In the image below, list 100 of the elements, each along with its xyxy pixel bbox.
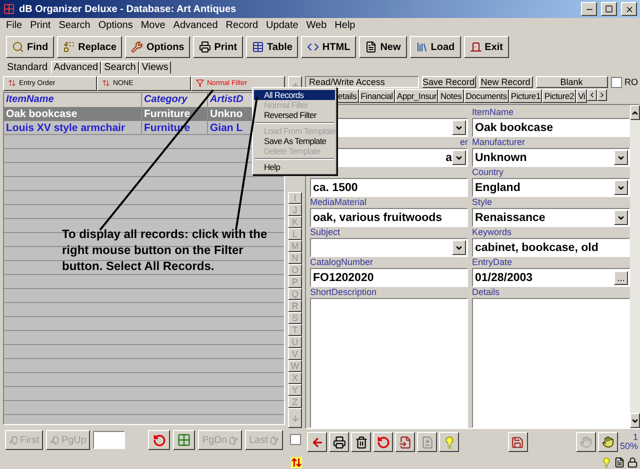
dropdown-field[interactable]: Renaissance	[472, 208, 630, 227]
refresh-icon	[152, 434, 166, 447]
trash-button[interactable]	[351, 432, 371, 452]
record-button[interactable]: Save Record	[422, 76, 476, 88]
field-label: Manufacturer	[472, 137, 526, 148]
menu-item[interactable]: Move	[136, 20, 170, 30]
back-arrow-button[interactable]	[307, 432, 327, 452]
record-button[interactable]: Blank	[536, 76, 608, 88]
field-label: CatalogNumber	[310, 257, 374, 268]
toolbar-button[interactable]: Replace	[57, 36, 122, 58]
hand-left-icon	[9, 436, 18, 445]
save-button[interactable]	[508, 432, 528, 452]
menu-item[interactable]: Search	[54, 20, 94, 30]
record-button[interactable]: New Record	[478, 76, 532, 88]
field-label: EntryDate	[472, 257, 514, 268]
grid-icon	[177, 433, 192, 448]
menu-item[interactable]: Advanced	[169, 20, 222, 30]
menu-item[interactable]: Help	[330, 20, 360, 30]
wrench-icon	[131, 41, 144, 53]
memo-field[interactable]	[310, 298, 468, 428]
table-cell[interactable]: Oak bookcase	[4, 106, 142, 121]
menu-item[interactable]: Update	[262, 20, 302, 30]
toolbar-button[interactable]: Exit	[464, 36, 509, 58]
toolbar-button[interactable]: HTML	[301, 36, 356, 58]
menu-item[interactable]: Print	[26, 20, 55, 30]
menu-item[interactable]: Record	[222, 20, 262, 30]
menu-item[interactable]: Web	[302, 20, 331, 30]
sort-icon	[8, 79, 16, 88]
text-field[interactable]: Oak bookcase	[472, 118, 630, 137]
record-input[interactable]	[93, 431, 126, 450]
file-icon	[420, 436, 434, 448]
toolbar-button[interactable]: Load	[410, 36, 461, 58]
grid-button[interactable]	[173, 430, 196, 450]
menu-item[interactable]: Options	[94, 20, 137, 30]
magnifier-icon	[12, 41, 24, 53]
view-tab[interactable]: Views	[138, 61, 172, 74]
app-icon	[3, 3, 15, 15]
record-tab[interactable]: Documents	[464, 89, 509, 103]
refresh-button[interactable]	[373, 432, 393, 452]
record-tab[interactable]: Picture1	[508, 89, 542, 103]
column-header[interactable]: ItemName	[4, 92, 142, 107]
hand-left-button[interactable]	[576, 432, 596, 452]
hand-icon	[602, 436, 614, 448]
menu-item[interactable]: File	[2, 20, 26, 30]
minimize-button[interactable]	[581, 2, 597, 16]
page-icon	[365, 41, 378, 53]
toolbar-button[interactable]: Options	[125, 36, 190, 58]
replace-icon	[63, 41, 76, 53]
lightbulb-button[interactable]	[439, 432, 459, 452]
field-label: MediaMaterial	[310, 197, 368, 208]
toolbar-button[interactable]: Print	[193, 36, 244, 58]
hand-right-icon	[270, 436, 279, 445]
hand-right-button[interactable]	[598, 432, 618, 452]
close-button[interactable]	[621, 2, 637, 16]
table-cell[interactable]: Louis XV style armchair	[4, 120, 142, 135]
dropdown-field[interactable]: England	[472, 178, 630, 197]
view-tab[interactable]: Advanced	[50, 61, 102, 74]
ro-checkbox[interactable]	[610, 76, 622, 88]
text-field[interactable]: oak, various fruitwoods	[310, 208, 468, 227]
refresh-button[interactable]	[148, 430, 170, 450]
door-icon	[470, 41, 482, 53]
tab-right-button[interactable]	[597, 89, 608, 101]
print-button[interactable]	[329, 432, 349, 452]
field-label: ItemName	[472, 107, 515, 118]
memo-field[interactable]	[472, 298, 630, 428]
text-field[interactable]: cabinet, bookcase, old	[472, 238, 630, 257]
dropdown-field[interactable]: Unknown	[472, 148, 630, 167]
record-tab[interactable]: Notes	[438, 89, 464, 103]
maximize-button[interactable]	[601, 2, 617, 16]
hand-left-icon	[50, 436, 60, 445]
record-tab[interactable]: Financial	[358, 89, 395, 103]
text-field[interactable]: FO1202020	[310, 268, 468, 287]
view-tab[interactable]: Search	[101, 61, 139, 74]
close-icon	[624, 4, 634, 14]
hand-right-icon	[229, 436, 238, 445]
filter-icon	[196, 79, 204, 88]
browse-button[interactable]: ...	[614, 270, 628, 284]
field-label: Details	[472, 287, 501, 298]
tab-left-button[interactable]	[587, 89, 598, 101]
column-header[interactable]: Category	[142, 92, 208, 107]
menu-item[interactable]: All Records	[254, 90, 335, 100]
menu-item[interactable]: Save As Template	[254, 136, 335, 146]
record-tab[interactable]: Appr_Insur	[394, 89, 438, 103]
record-tab[interactable]: Vi	[576, 89, 588, 103]
import-button[interactable]	[395, 432, 415, 452]
date-field[interactable]: 01/28/2003 ...	[472, 268, 630, 287]
record-tab[interactable]: Picture2	[542, 89, 576, 103]
window-title: dB Organizer Deluxe - Database: Art Antiques	[19, 4, 238, 14]
text-field[interactable]: ca. 1500	[310, 178, 468, 197]
toolbar-button[interactable]: New	[359, 36, 407, 58]
dropdown-field[interactable]	[310, 238, 468, 257]
toolbar-button[interactable]: Table	[246, 36, 298, 58]
compare-button[interactable]	[417, 432, 437, 452]
printer-icon	[199, 41, 212, 53]
record-tab[interactable]: etails	[336, 89, 359, 103]
lightbulb-icon	[601, 456, 612, 468]
checkbox[interactable]	[290, 434, 300, 445]
toolbar-button[interactable]: Find	[6, 36, 54, 58]
scrollbar[interactable]	[630, 105, 640, 428]
scroll-down-button[interactable]	[288, 408, 302, 428]
